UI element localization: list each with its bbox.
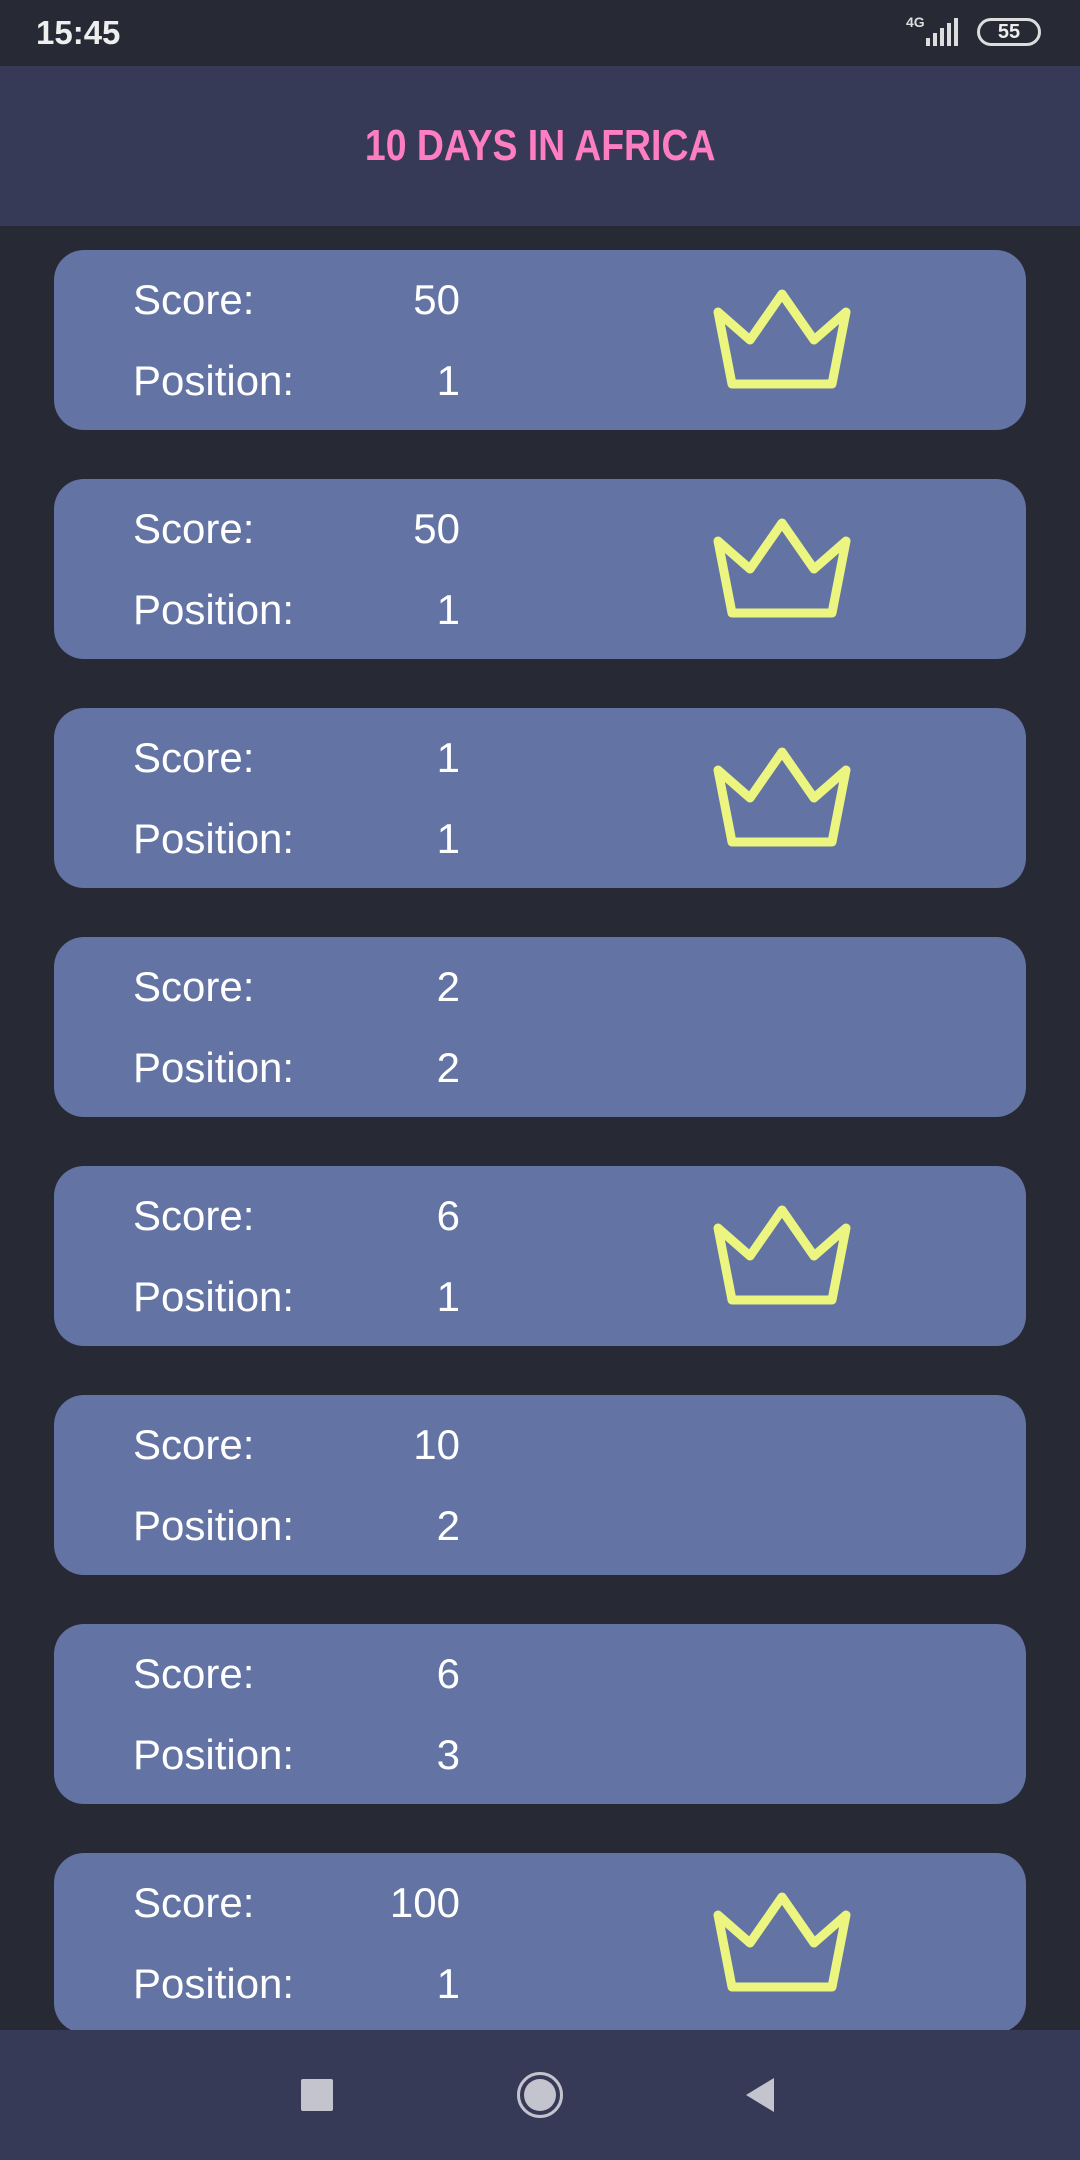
score-card[interactable]: Score: 1 Position: 1 bbox=[54, 708, 1026, 888]
position-label: Position: bbox=[133, 815, 295, 862]
score-card[interactable]: Score: 50 Position: 1 bbox=[54, 479, 1026, 659]
back-triangle-icon bbox=[746, 2078, 774, 2112]
score-value: 10 bbox=[413, 1421, 460, 1468]
score-label: Score: bbox=[133, 276, 255, 323]
score-value: 1 bbox=[436, 734, 460, 781]
crown-icon bbox=[713, 289, 851, 389]
score-card[interactable]: Score: 6 Position: 1 bbox=[54, 1166, 1026, 1346]
crown-icon bbox=[713, 1892, 851, 1992]
position-label: Position: bbox=[133, 1960, 295, 2007]
score-card[interactable]: Score: 50 Position: 1 bbox=[54, 250, 1026, 430]
position-label: Position: bbox=[133, 1731, 295, 1778]
position-value: 2 bbox=[436, 1502, 460, 1549]
navigation-bar bbox=[0, 2030, 1080, 2160]
back-button[interactable] bbox=[735, 2070, 785, 2120]
score-card[interactable]: Score: 2 Position: 2 bbox=[54, 937, 1026, 1117]
position-value: 1 bbox=[436, 357, 460, 404]
score-label: Score: bbox=[133, 1650, 255, 1697]
score-value: 50 bbox=[413, 505, 460, 552]
crown-icon bbox=[713, 747, 851, 847]
position-value: 1 bbox=[436, 1273, 460, 1320]
position-label: Position: bbox=[133, 357, 295, 404]
position-value: 3 bbox=[436, 1731, 460, 1778]
score-list[interactable]: Score: 50 Position: 1 Score: 50 Position… bbox=[0, 226, 1080, 2030]
score-label: Score: bbox=[133, 1879, 255, 1926]
score-card[interactable]: Score: 6 Position: 3 bbox=[54, 1624, 1026, 1804]
clock: 15:45 bbox=[36, 14, 121, 51]
position-label: Position: bbox=[133, 1273, 295, 1320]
score-label: Score: bbox=[133, 505, 255, 552]
signal-icon bbox=[926, 18, 958, 46]
recents-button[interactable] bbox=[292, 2070, 342, 2120]
score-value: 100 bbox=[389, 1879, 460, 1926]
crown-icon bbox=[713, 518, 851, 618]
score-label: Score: bbox=[133, 963, 255, 1010]
status-bar: 15:45 4G 55 bbox=[0, 0, 1080, 66]
position-label: Position: bbox=[133, 1044, 295, 1091]
square-icon bbox=[301, 2079, 333, 2111]
position-label: Position: bbox=[133, 586, 295, 633]
circle-icon bbox=[517, 2072, 563, 2118]
score-value: 6 bbox=[436, 1650, 460, 1697]
position-label: Position: bbox=[133, 1502, 295, 1549]
battery-icon: 55 bbox=[977, 18, 1041, 46]
position-value: 1 bbox=[436, 586, 460, 633]
crown-icon bbox=[713, 1205, 851, 1305]
home-button[interactable] bbox=[515, 2070, 565, 2120]
score-value: 2 bbox=[436, 963, 460, 1010]
position-value: 1 bbox=[436, 1960, 460, 2007]
page-title: 10 DAYS IN AFRICA bbox=[364, 121, 716, 170]
score-card[interactable]: Score: 100 Position: 1 bbox=[54, 1853, 1026, 2030]
score-card[interactable]: Score: 10 Position: 2 bbox=[54, 1395, 1026, 1575]
position-value: 1 bbox=[436, 815, 460, 862]
position-value: 2 bbox=[436, 1044, 460, 1091]
score-label: Score: bbox=[133, 1192, 255, 1239]
score-label: Score: bbox=[133, 1421, 255, 1468]
score-value: 50 bbox=[413, 276, 460, 323]
app-header: 10 DAYS IN AFRICA bbox=[0, 66, 1080, 226]
score-value: 6 bbox=[436, 1192, 460, 1239]
score-label: Score: bbox=[133, 734, 255, 781]
